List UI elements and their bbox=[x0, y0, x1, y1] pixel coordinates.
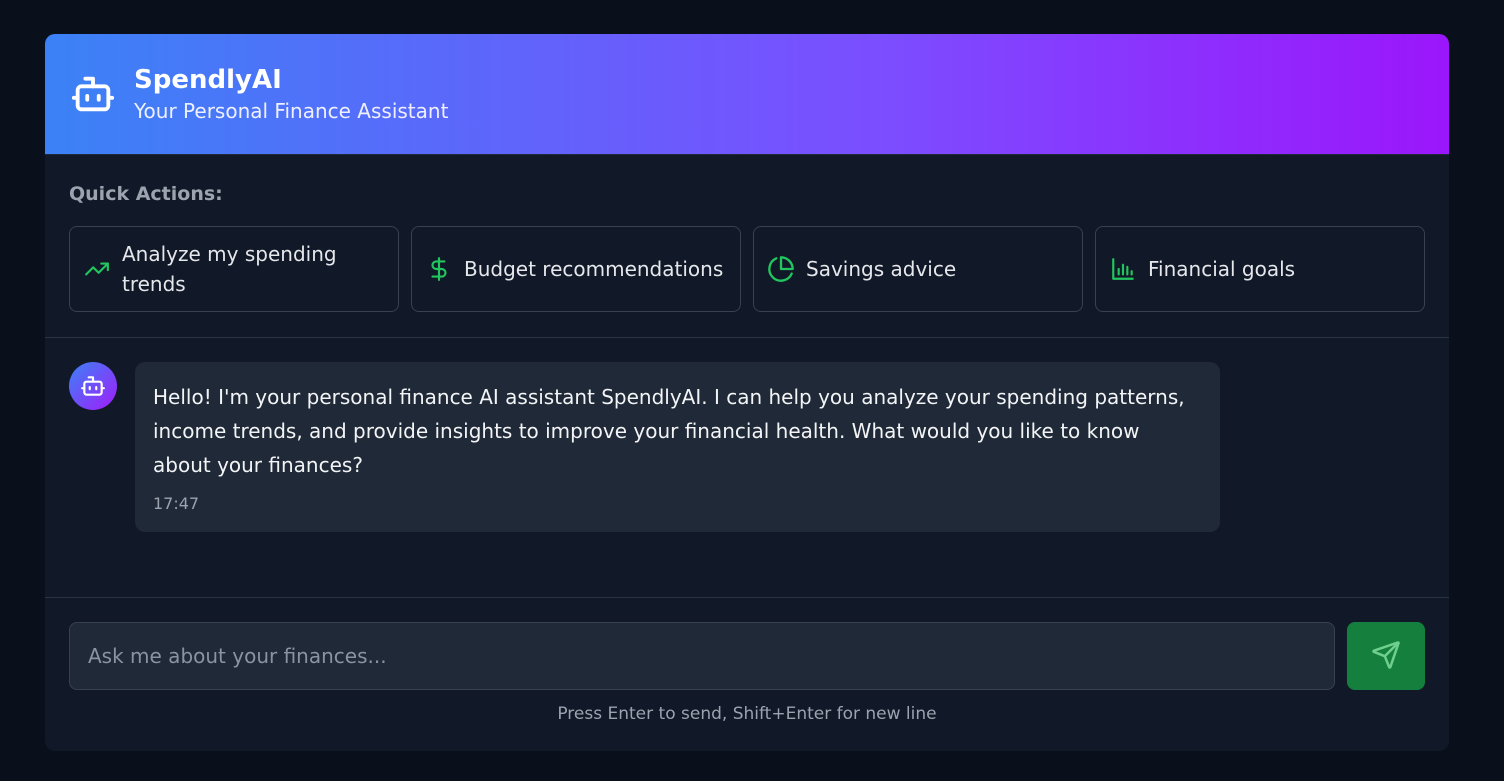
message-bubble: Hello! I'm your personal finance AI assi… bbox=[135, 362, 1220, 532]
composer-hint: Press Enter to send, Shift+Enter for new… bbox=[557, 704, 937, 724]
quick-actions-label: Quick Actions: bbox=[69, 183, 223, 205]
dollar-icon bbox=[424, 254, 454, 284]
quick-actions-panel: Quick Actions: Analyze my spending trend… bbox=[45, 155, 1449, 338]
quick-action-budget[interactable]: Budget recommendations bbox=[411, 226, 741, 312]
composer: Press Enter to send, Shift+Enter for new… bbox=[45, 598, 1449, 725]
bot-icon bbox=[70, 71, 116, 117]
avatar bbox=[69, 362, 117, 410]
quick-action-savings[interactable]: Savings advice bbox=[753, 226, 1083, 312]
send-icon bbox=[1371, 640, 1401, 673]
message-timestamp: 17:47 bbox=[153, 494, 200, 513]
quick-action-label: Analyze my spending trends bbox=[122, 242, 337, 296]
message-list[interactable]: Hello! I'm your personal finance AI assi… bbox=[45, 338, 1449, 598]
trending-up-icon bbox=[82, 254, 112, 284]
bar-chart-icon bbox=[1108, 254, 1138, 284]
quick-action-label: Budget recommendations bbox=[464, 257, 724, 281]
bot-icon bbox=[81, 376, 105, 396]
app-header: SpendlyAI Your Personal Finance Assistan… bbox=[45, 34, 1449, 155]
app-title: SpendlyAI bbox=[134, 65, 282, 95]
quick-action-label: Financial goals bbox=[1148, 257, 1296, 281]
assistant-message: Hello! I'm your personal finance AI assi… bbox=[69, 362, 1425, 532]
message-text: Hello! I'm your personal finance AI assi… bbox=[153, 385, 1185, 477]
quick-action-goals[interactable]: Financial goals bbox=[1095, 226, 1425, 312]
quick-action-label: Savings advice bbox=[806, 257, 957, 281]
send-button[interactable] bbox=[1347, 622, 1425, 690]
app-subtitle: Your Personal Finance Assistant bbox=[134, 99, 449, 123]
quick-action-analyze-spending[interactable]: Analyze my spending trends bbox=[69, 226, 399, 312]
pie-chart-icon bbox=[766, 254, 796, 284]
chat-card: SpendlyAI Your Personal Finance Assistan… bbox=[45, 34, 1449, 751]
message-input[interactable] bbox=[69, 622, 1335, 690]
